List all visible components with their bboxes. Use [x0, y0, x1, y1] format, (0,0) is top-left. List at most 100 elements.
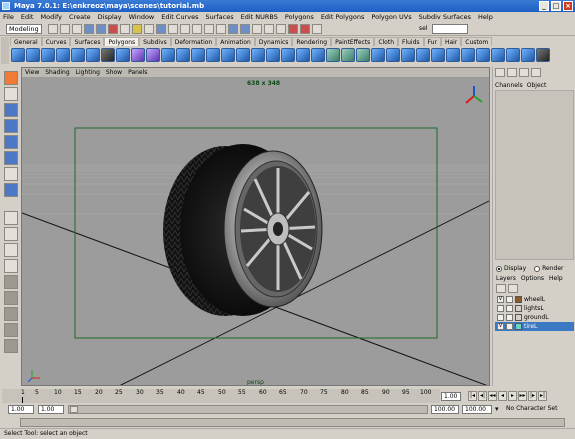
poly-cube-icon[interactable]: [26, 48, 40, 62]
menu-surfaces[interactable]: Surfaces: [205, 12, 233, 22]
play-forwards-button[interactable]: ▸: [508, 391, 517, 401]
manipulator-tool-icon[interactable]: [4, 167, 18, 181]
layer-help-menu[interactable]: Help: [549, 275, 563, 282]
hypershade-layout-icon[interactable]: [4, 275, 18, 289]
ipr-render-icon[interactable]: [300, 24, 310, 34]
smooth-icon[interactable]: [161, 48, 175, 62]
view-cube-icon[interactable]: [465, 86, 483, 104]
menu-modify[interactable]: Modify: [40, 12, 62, 22]
go-to-start-button[interactable]: |◂: [468, 391, 477, 401]
menu-subdiv-surfaces[interactable]: Subdiv Surfaces: [419, 12, 471, 22]
snap-grid-icon[interactable]: [228, 24, 238, 34]
step-back-button[interactable]: ◂|: [478, 391, 487, 401]
history-icon[interactable]: [276, 24, 286, 34]
step-forward-key-button[interactable]: ▸▸: [518, 391, 527, 401]
merge-vertices-icon[interactable]: [281, 48, 295, 62]
render-layers-radio[interactable]: Render: [534, 265, 564, 272]
display-type-toggle[interactable]: [506, 305, 513, 312]
render-icon[interactable]: [288, 24, 298, 34]
handle-mask-icon[interactable]: [120, 24, 130, 34]
shelf-tab-fluids[interactable]: Fluids: [398, 37, 424, 46]
shelf-tab-painteffects[interactable]: PaintEffects: [331, 37, 375, 46]
shelf-tab-hair[interactable]: Hair: [440, 37, 462, 46]
create-layer-icon[interactable]: [496, 284, 506, 293]
curve-mask-icon[interactable]: [144, 24, 154, 34]
tool-settings-icon[interactable]: [507, 68, 517, 77]
soften-edge-icon[interactable]: [416, 48, 430, 62]
visibility-toggle[interactable]: [497, 314, 504, 321]
maximize-button[interactable]: □: [551, 1, 561, 11]
shelf-tab-fur[interactable]: Fur: [423, 37, 441, 46]
menu-edit-nurbs[interactable]: Edit NURBS: [241, 12, 278, 22]
triangulate-icon[interactable]: [446, 48, 460, 62]
snap-curve-icon[interactable]: [240, 24, 250, 34]
current-frame-field[interactable]: 1.00: [441, 392, 461, 401]
animation-end-field[interactable]: 100.00: [462, 405, 492, 414]
channel-box-toggle-icon[interactable]: [519, 68, 529, 77]
playback-end-field[interactable]: 100.00: [431, 405, 459, 414]
play-backwards-button[interactable]: ◂: [498, 391, 507, 401]
options-menu[interactable]: Options: [521, 275, 544, 282]
surface-mask-icon[interactable]: [156, 24, 166, 34]
menu-file[interactable]: File: [3, 12, 14, 22]
menu-set-dropdown[interactable]: Modeling: [6, 24, 42, 34]
menu-edit-curves[interactable]: Edit Curves: [161, 12, 198, 22]
layer-color-swatch[interactable]: [515, 296, 522, 303]
poly-count-icon[interactable]: [536, 48, 550, 62]
layer-color-swatch[interactable]: [515, 323, 522, 330]
display-type-toggle[interactable]: [506, 323, 513, 330]
graph-editor-layout-icon[interactable]: [4, 307, 18, 321]
shelf-tab-curves[interactable]: Curves: [41, 37, 71, 46]
uv-texture-editor-icon[interactable]: [386, 48, 400, 62]
snap-point-icon[interactable]: [252, 24, 262, 34]
deformer-mask-icon[interactable]: [168, 24, 178, 34]
quadrangulate-icon[interactable]: [461, 48, 475, 62]
scale-tool-icon[interactable]: [4, 151, 18, 165]
dynamics-mask-icon[interactable]: [180, 24, 190, 34]
menu-window[interactable]: Window: [129, 12, 155, 22]
layer-row-ground[interactable]: groundL: [495, 313, 574, 322]
step-forward-button[interactable]: |▸: [528, 391, 537, 401]
boolean-icon[interactable]: [521, 48, 535, 62]
misc-mask-icon[interactable]: [204, 24, 214, 34]
shelf-tab-cloth[interactable]: Cloth: [374, 37, 398, 46]
extrude-face-icon[interactable]: [206, 48, 220, 62]
shelf-tab-rendering[interactable]: Rendering: [292, 37, 332, 46]
poly-helix-icon[interactable]: [116, 48, 130, 62]
layer-editor-toggle-icon[interactable]: [531, 68, 541, 77]
normals-icon[interactable]: [401, 48, 415, 62]
rotate-tool-icon[interactable]: [4, 135, 18, 149]
delete-edge-icon[interactable]: [311, 48, 325, 62]
playback-start-field[interactable]: 1.00: [38, 405, 64, 414]
range-slider-handle[interactable]: [70, 406, 78, 413]
four-view-layout-icon[interactable]: [4, 227, 18, 241]
paint-select-tool-icon[interactable]: [4, 103, 18, 117]
menu-polygons[interactable]: Polygons: [285, 12, 314, 22]
attribute-editor-icon[interactable]: [495, 68, 505, 77]
close-button[interactable]: ×: [563, 1, 573, 11]
combine-icon[interactable]: [131, 48, 145, 62]
shelf-tab-subdivs[interactable]: Subdivs: [139, 37, 171, 46]
shelf-tab-deformation[interactable]: Deformation: [170, 37, 217, 46]
layer-row-lights[interactable]: lightsL: [495, 304, 574, 313]
menu-display[interactable]: Display: [98, 12, 122, 22]
poly-cylinder-icon[interactable]: [41, 48, 55, 62]
object-menu[interactable]: Object: [527, 82, 547, 89]
poly-pipe-icon[interactable]: [101, 48, 115, 62]
open-scene-icon[interactable]: [60, 24, 70, 34]
move-tool-icon[interactable]: [4, 119, 18, 133]
new-scene-icon[interactable]: [48, 24, 58, 34]
split-polygon-icon[interactable]: [251, 48, 265, 62]
menu-polygon-uvs[interactable]: Polygon UVs: [371, 12, 411, 22]
outliner-layout-icon[interactable]: [4, 323, 18, 337]
menu-create[interactable]: Create: [69, 12, 91, 22]
layer-row-tire[interactable]: V tireL: [495, 322, 574, 331]
reduce-icon[interactable]: [176, 48, 190, 62]
select-hierarchy-icon[interactable]: [84, 24, 94, 34]
extrude-edge-icon[interactable]: [221, 48, 235, 62]
channel-box-area[interactable]: [495, 90, 574, 260]
layer-row-wheel[interactable]: V wheelL: [495, 295, 574, 304]
perspective-graph-layout-icon[interactable]: [4, 259, 18, 273]
range-slider[interactable]: [68, 405, 428, 414]
animation-start-field[interactable]: 1.00: [8, 405, 34, 414]
